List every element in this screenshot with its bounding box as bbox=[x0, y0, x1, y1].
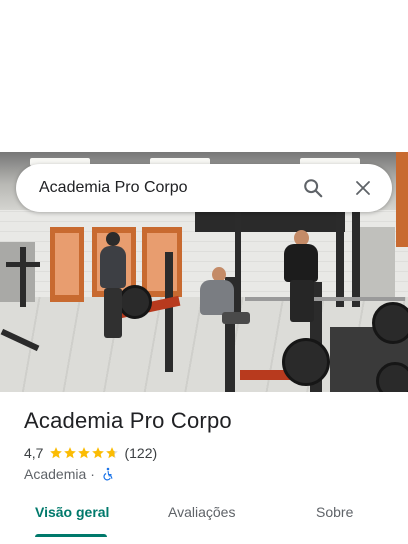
tab-about[interactable]: Sobre bbox=[316, 504, 353, 520]
photo-door bbox=[50, 227, 84, 302]
reviews-count[interactable]: (122) bbox=[124, 445, 157, 461]
star-icon bbox=[64, 447, 77, 459]
machine-bar bbox=[6, 262, 40, 267]
search-input[interactable]: Academia Pro Corpo bbox=[39, 179, 301, 197]
place-category[interactable]: Academia bbox=[24, 466, 86, 482]
close-icon[interactable] bbox=[351, 176, 375, 200]
photo-banner bbox=[195, 210, 345, 232]
search-icon[interactable] bbox=[301, 176, 325, 200]
search-bar[interactable]: Academia Pro Corpo bbox=[16, 164, 392, 212]
wheelchair-icon bbox=[101, 467, 115, 481]
machine-post bbox=[352, 212, 360, 307]
machine-post bbox=[20, 247, 26, 307]
rating-stars bbox=[49, 446, 119, 460]
weight-plate bbox=[376, 362, 408, 392]
photo-door bbox=[142, 227, 182, 297]
weight-plate bbox=[372, 302, 408, 344]
tab-overview[interactable]: Visão geral bbox=[35, 504, 109, 520]
tab-reviews[interactable]: Avaliações bbox=[168, 504, 235, 520]
separator-dot: · bbox=[90, 466, 95, 482]
star-icon bbox=[106, 447, 119, 459]
star-icon bbox=[92, 447, 105, 459]
photo-pillar bbox=[396, 152, 408, 247]
tab-bar: Visão geral Avaliações Sobre bbox=[0, 500, 408, 544]
photo-mirror bbox=[355, 227, 395, 297]
category-row: Academia · bbox=[24, 465, 115, 483]
person-seated bbox=[200, 267, 250, 337]
star-icon bbox=[50, 447, 63, 459]
weight-plate bbox=[282, 338, 330, 386]
place-title: Academia Pro Corpo bbox=[24, 408, 232, 433]
machine-post bbox=[336, 212, 344, 307]
barbell bbox=[245, 297, 405, 301]
active-tab-indicator bbox=[35, 534, 107, 537]
person-lifting bbox=[280, 230, 324, 330]
top-blank-area bbox=[0, 0, 408, 152]
rating-value: 4,7 bbox=[24, 445, 44, 461]
photo-mirror bbox=[0, 242, 35, 302]
person-trainer bbox=[98, 232, 128, 342]
rating-row[interactable]: 4,7 (122) bbox=[24, 444, 157, 462]
star-icon bbox=[78, 447, 91, 459]
bench-pad bbox=[240, 370, 290, 380]
machine-post bbox=[165, 252, 173, 372]
